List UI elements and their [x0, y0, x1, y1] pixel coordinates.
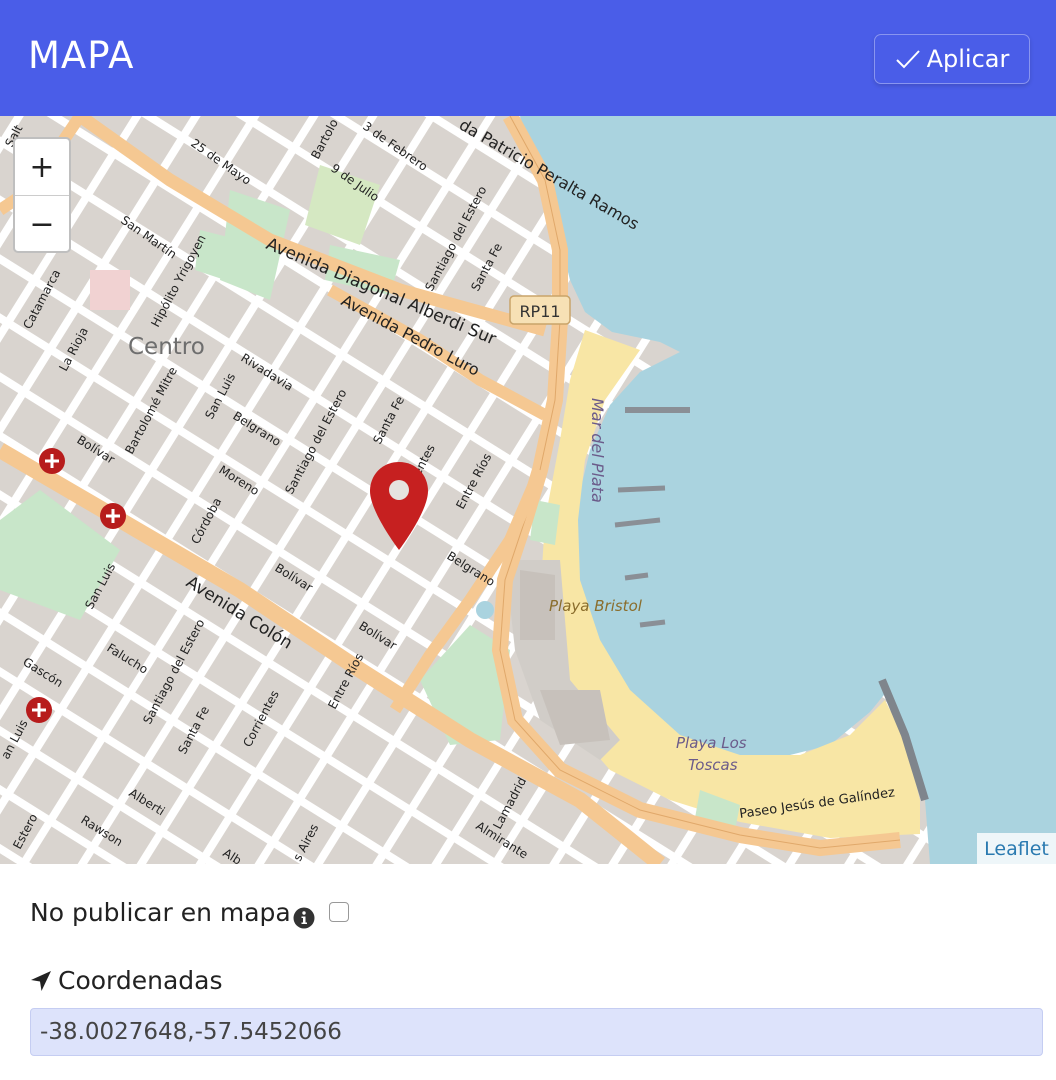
label-playa-bristol: Playa Bristol: [549, 597, 643, 615]
label-mar-del-plata: Mar del Plata: [588, 398, 607, 503]
apply-button-label: Aplicar: [926, 45, 1010, 73]
no-publish-checkbox[interactable]: [328, 902, 349, 922]
apply-button[interactable]: Aplicar: [874, 34, 1030, 84]
no-publish-label: No publicar en mapa: [30, 897, 291, 927]
info-icon[interactable]: [293, 907, 315, 929]
leaflet-attribution-link[interactable]: Leaflet: [977, 833, 1056, 864]
map-tiles: RP11 Centro Avenida Diagonal Alberdi Sur…: [0, 116, 1056, 864]
zoom-control: + −: [13, 137, 71, 253]
zoom-in-button[interactable]: +: [15, 139, 69, 196]
header-bar: MAPA Aplicar: [0, 0, 1056, 116]
hospital-icon: [39, 448, 65, 474]
page-title: MAPA: [28, 34, 135, 77]
coordinates-label-row: Coordenadas: [30, 966, 223, 995]
route-label-rp11: RP11: [519, 302, 560, 321]
label-centro: Centro: [128, 334, 205, 360]
map-view[interactable]: RP11 Centro Avenida Diagonal Alberdi Sur…: [0, 116, 1056, 864]
hospital-icon: [26, 697, 52, 723]
coordinates-input[interactable]: [30, 1008, 1043, 1056]
hospital-icon: [100, 503, 126, 529]
no-publish-row: No publicar en mapa: [30, 895, 349, 929]
zoom-out-button[interactable]: −: [15, 196, 69, 252]
label-toscas: Toscas: [688, 756, 738, 774]
coordinates-label: Coordenadas: [58, 966, 223, 995]
check-icon: [895, 50, 920, 69]
location-arrow-icon: [31, 970, 51, 991]
label-playa-los: Playa Los: [676, 734, 747, 752]
location-pin-icon[interactable]: [368, 460, 430, 552]
